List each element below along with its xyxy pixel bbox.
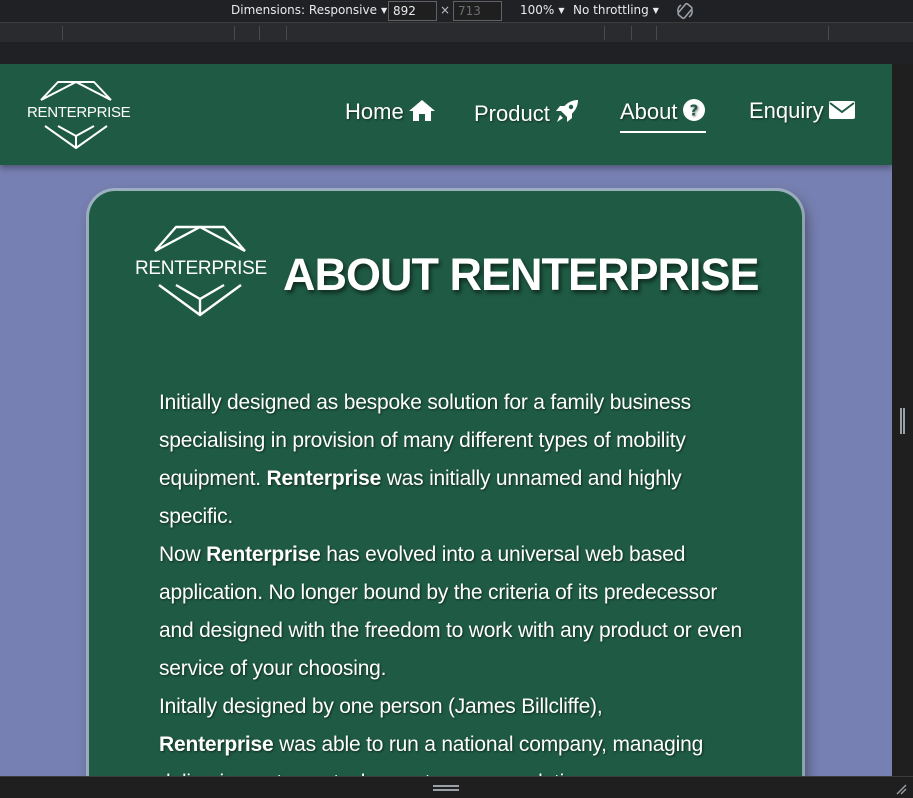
throttling-dropdown[interactable]: No throttling ▼ [573, 3, 659, 17]
logo-text: RENTERPRISE [135, 258, 267, 279]
about-card: RENTERPRISE ABOUT RENTERPRISE Initially … [89, 191, 802, 776]
about-description: Initially designed as bespoke solution f… [159, 384, 749, 776]
zoom-dropdown[interactable]: 100% ▼ [520, 3, 564, 17]
home-icon [408, 100, 435, 121]
dimensions-label: Dimensions: Responsive [231, 3, 377, 17]
ruler-segment [62, 26, 63, 40]
ruler-segment [631, 26, 632, 40]
viewport-side-resizer[interactable] [892, 64, 913, 776]
corner-resize-icon[interactable] [895, 783, 907, 795]
envelope-icon [828, 101, 855, 119]
about-text: Now [159, 543, 201, 566]
ruler-segment [259, 26, 260, 40]
viewport-bottom-resizer[interactable] [0, 776, 913, 798]
brand-name: Renterprise [266, 467, 382, 490]
brand-name: Renterprise [206, 543, 321, 566]
devtools-gutter [0, 42, 913, 64]
navbar: RENTERPRISE Home Product About? Enquiry [0, 64, 892, 165]
nav-item-about[interactable]: About? [620, 98, 706, 133]
dimensions-dropdown[interactable]: Dimensions: Responsive ▼ [231, 3, 387, 17]
devtools-device-toolbar: Dimensions: Responsive ▼ 892 × 713 100% ▼ … [0, 0, 913, 22]
logo-text: RENTERPRISE [27, 104, 131, 121]
nav-item-label: Product [474, 101, 550, 126]
throttling-label: No throttling [573, 3, 649, 17]
nav-item-product[interactable]: Product [474, 98, 580, 127]
rotate-icon[interactable] [675, 1, 695, 21]
nav-item-label: About [620, 99, 678, 124]
width-input[interactable]: 892 [388, 1, 437, 21]
nav-logo[interactable]: RENTERPRISE [27, 76, 131, 152]
chevron-down-icon: ▼ [652, 6, 659, 15]
times-sign: × [440, 3, 451, 17]
ruler-segment [656, 26, 657, 40]
ruler-segment [604, 26, 605, 40]
page-title: ABOUT RENTERPRISE [283, 249, 760, 300]
rocket-icon [555, 100, 578, 122]
nav-item-enquiry[interactable]: Enquiry [749, 98, 856, 124]
ruler-segment [234, 26, 235, 40]
nav-item-label: Home [345, 99, 404, 124]
svg-text:?: ? [689, 102, 698, 120]
nav-item-home[interactable]: Home [345, 98, 436, 125]
media-query-ruler[interactable] [0, 22, 913, 42]
about-text: was able to run a national company, [279, 733, 607, 756]
about-text: Initally designed by one person (James B… [159, 695, 603, 718]
resize-handle-icon[interactable] [900, 408, 905, 434]
brand-name: Renterprise [159, 733, 274, 756]
ruler-segment [828, 26, 829, 40]
page-viewport: RENTERPRISE Home Product About? Enquiry [0, 64, 892, 776]
height-input[interactable]: 713 [453, 1, 502, 21]
ruler-segment [286, 26, 287, 40]
about-logo: RENTERPRISE [135, 221, 267, 319]
zoom-label: 100% [520, 3, 555, 17]
question-circle-icon: ? [682, 99, 705, 121]
resize-handle-icon[interactable] [433, 785, 459, 791]
chevron-down-icon: ▼ [558, 6, 565, 15]
chevron-down-icon: ▼ [380, 6, 388, 15]
nav-item-label: Enquiry [749, 98, 824, 123]
